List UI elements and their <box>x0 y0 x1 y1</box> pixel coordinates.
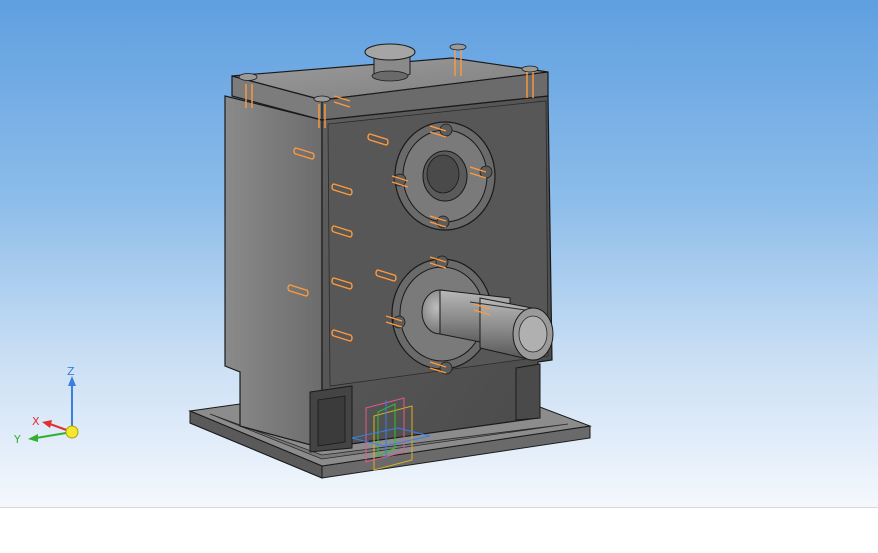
3d-viewport[interactable]: Z X Y <box>0 0 878 507</box>
status-bar <box>0 507 878 553</box>
x-axis-label: X <box>32 415 40 428</box>
z-axis-arrow <box>68 376 76 432</box>
triad-origin <box>65 425 79 439</box>
y-axis-label: Y <box>13 433 21 446</box>
z-axis-label: Z <box>67 365 75 378</box>
y-axis-arrow <box>28 431 73 442</box>
axis-triad[interactable]: Z X Y <box>0 0 878 507</box>
